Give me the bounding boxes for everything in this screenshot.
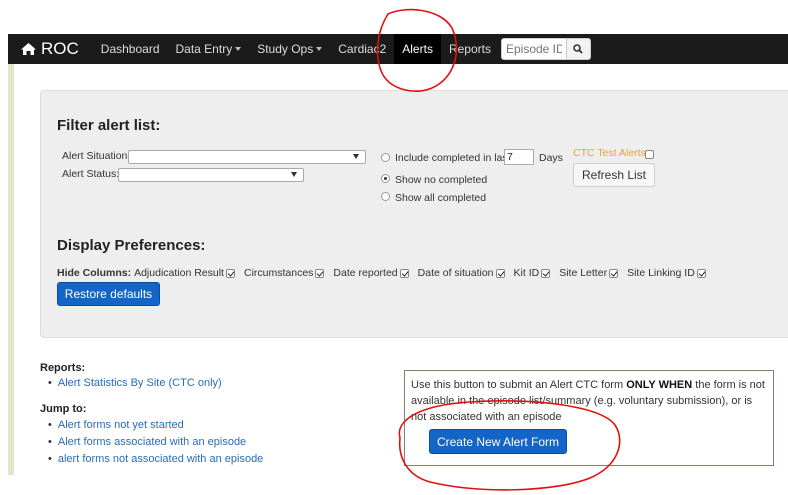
jump-associated-link[interactable]: Alert forms associated with an episode <box>48 434 263 451</box>
top-navbar: ROC Dashboard Data Entry Study Ops Cardi… <box>8 34 788 64</box>
days-input[interactable]: 7 <box>504 149 534 165</box>
column-label: Site Linking ID <box>627 267 695 279</box>
nav-dashboard-label: Dashboard <box>100 42 160 56</box>
column-toggle[interactable]: Site Linking ID <box>627 267 706 279</box>
reports-heading: Reports: <box>40 362 86 374</box>
alert-statistics-link[interactable]: Alert Statistics By Site (CTC only) <box>48 375 222 392</box>
filter-panel: Filter alert list: Alert Situation: Aler… <box>40 90 788 338</box>
nav-alerts[interactable]: Alerts <box>394 34 441 64</box>
checkbox-checked-icon[interactable] <box>225 268 235 278</box>
episode-search <box>500 38 591 60</box>
nav-data-entry-label: Data Entry <box>175 42 233 56</box>
caret-down-icon <box>235 47 242 51</box>
column-toggle[interactable]: Kit ID <box>514 267 551 279</box>
caret-down-icon <box>316 47 323 51</box>
search-button[interactable] <box>566 38 591 60</box>
create-alert-note-box: Use this button to submit an Alert CTC f… <box>404 370 774 466</box>
checkbox-checked-icon[interactable] <box>696 268 706 278</box>
alert-status-label: Alert Status: <box>62 168 120 180</box>
nav-study-ops-label: Study Ops <box>257 42 314 56</box>
nav-data-entry[interactable]: Data Entry <box>168 34 250 64</box>
column-label: Date reported <box>333 267 398 279</box>
chevron-down-icon <box>353 154 359 159</box>
display-preferences-title: Display Preferences: <box>57 237 206 254</box>
hide-columns-row: Hide Columns: Adjudication Result Circum… <box>57 267 715 279</box>
column-label: Circumstances <box>243 267 314 279</box>
search-icon <box>573 44 584 54</box>
alert-situation-label: Alert Situation: <box>62 150 131 162</box>
show-all-completed-radio[interactable] <box>381 192 390 201</box>
brand-label: ROC <box>41 39 79 58</box>
column-toggle[interactable]: Site Letter <box>559 267 619 279</box>
nav-cardiac2[interactable]: Cardiac2 <box>330 34 394 64</box>
nav-dashboard[interactable]: Dashboard <box>93 34 168 64</box>
column-toggle[interactable]: Date reported <box>333 267 409 279</box>
filter-title: Filter alert list: <box>57 117 161 134</box>
episode-id-input[interactable] <box>500 38 567 60</box>
nav-reports-label: Reports <box>448 42 491 56</box>
create-alert-note-text: Use this button to submit an Alert CTC f… <box>411 377 767 425</box>
days-label: Days <box>539 152 563 164</box>
column-toggle[interactable]: Circumstances <box>243 267 325 279</box>
checkbox-checked-icon[interactable] <box>399 268 409 278</box>
chevron-down-icon <box>291 172 297 177</box>
note-prefix: Use this button to submit an Alert CTC f… <box>411 379 627 391</box>
left-rail <box>8 64 14 475</box>
include-completed-label: Include completed in last <box>395 152 511 164</box>
jump-to-heading: Jump to: <box>40 403 87 415</box>
alert-status-select[interactable] <box>118 168 304 182</box>
alert-situation-select[interactable] <box>128 150 366 164</box>
column-label: Adjudication Result <box>134 267 224 279</box>
reports-link-list: Alert Statistics By Site (CTC only) <box>48 375 222 392</box>
nav-reports[interactable]: Reports <box>441 34 499 64</box>
home-icon <box>20 42 41 56</box>
refresh-list-button[interactable]: Refresh List <box>573 163 655 187</box>
hide-columns-label: Hide Columns: <box>57 267 132 279</box>
ctc-test-alerts-label: CTC Test Alerts: <box>573 147 649 159</box>
column-label: Site Letter <box>559 267 608 279</box>
column-toggle[interactable]: Date of situation <box>418 267 505 279</box>
jump-to-link-list: Alert forms not yet started Alert forms … <box>48 417 263 468</box>
show-no-completed-radio[interactable] <box>381 174 390 183</box>
note-emphasis: ONLY WHEN <box>626 379 693 391</box>
show-all-completed-label: Show all completed <box>395 192 487 204</box>
ctc-test-alerts-checkbox[interactable] <box>645 150 654 159</box>
checkbox-checked-icon[interactable] <box>315 268 325 278</box>
brand-link[interactable]: ROC <box>20 34 79 64</box>
jump-not-started-link[interactable]: Alert forms not yet started <box>48 417 263 434</box>
nav-alerts-label: Alerts <box>402 42 433 56</box>
nav-study-ops[interactable]: Study Ops <box>249 34 330 64</box>
jump-not-associated-link[interactable]: alert forms not associated with an episo… <box>48 451 263 468</box>
page: ROC Dashboard Data Entry Study Ops Cardi… <box>0 0 788 495</box>
nav-cardiac2-label: Cardiac2 <box>338 42 387 56</box>
show-no-completed-label: Show no completed <box>395 174 488 186</box>
restore-defaults-button[interactable]: Restore defaults <box>57 282 160 306</box>
column-toggle[interactable]: Adjudication Result <box>134 267 235 279</box>
column-label: Date of situation <box>417 267 494 279</box>
checkbox-checked-icon[interactable] <box>541 268 551 278</box>
checkbox-checked-icon[interactable] <box>495 268 505 278</box>
checkbox-checked-icon[interactable] <box>609 268 619 278</box>
include-completed-radio[interactable] <box>381 153 390 162</box>
create-new-alert-form-button[interactable]: Create New Alert Form <box>429 429 567 454</box>
column-label: Kit ID <box>513 267 540 279</box>
